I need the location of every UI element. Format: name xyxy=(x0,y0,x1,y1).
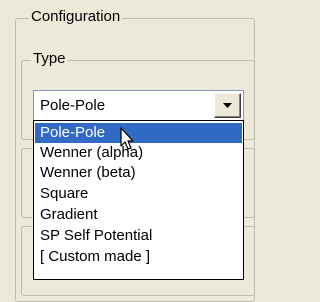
configuration-group-title: Configuration xyxy=(29,8,123,26)
type-dropdown-list[interactable]: Pole-Pole Wenner (alpha) Wenner (beta) S… xyxy=(33,120,244,280)
type-option-wenner-alpha[interactable]: Wenner (alpha) xyxy=(35,143,242,163)
type-option-gradient[interactable]: Gradient xyxy=(35,205,242,225)
type-group-title: Type xyxy=(31,50,68,68)
type-combobox-dropdown-button[interactable] xyxy=(214,93,241,118)
type-option-wenner-beta[interactable]: Wenner (beta) xyxy=(35,163,242,183)
type-option-sp-self-potential[interactable]: SP Self Potential xyxy=(35,226,242,246)
type-combobox-value: Pole-Pole xyxy=(40,97,106,114)
type-combobox[interactable]: Pole-Pole xyxy=(33,90,244,121)
type-option-square[interactable]: Square xyxy=(35,184,242,204)
type-option-custom-made[interactable]: [ Custom made ] xyxy=(35,247,242,267)
type-option-pole-pole[interactable]: Pole-Pole xyxy=(35,123,242,143)
mouse-pointer-icon xyxy=(120,127,134,155)
chevron-down-icon xyxy=(223,103,232,108)
